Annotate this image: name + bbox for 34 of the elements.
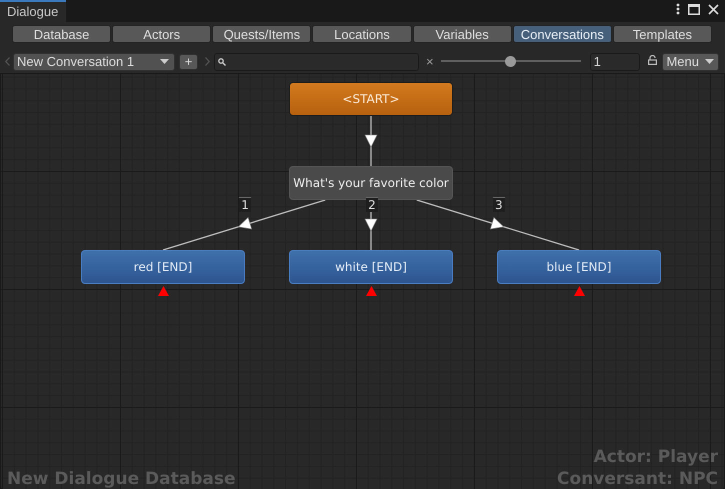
- maximize-icon[interactable]: [688, 4, 700, 14]
- conversant-label: Conversant: NPC: [557, 469, 718, 489]
- search-icon: [218, 58, 226, 66]
- close-icon[interactable]: [708, 4, 719, 14]
- tab[interactable]: Locations: [312, 25, 412, 43]
- tab[interactable]: Conversations: [512, 25, 612, 43]
- tab[interactable]: Variables: [412, 25, 512, 43]
- dialogue-node[interactable]: What's your favorite color: [289, 166, 453, 200]
- kebab-menu-icon[interactable]: [676, 3, 680, 15]
- link-number: 3: [492, 197, 505, 212]
- tab[interactable]: Templates: [612, 25, 712, 43]
- database-name: New Dialogue Database: [7, 469, 236, 489]
- padlock-icon[interactable]: [648, 54, 657, 64]
- slider-thumb[interactable]: [504, 56, 516, 67]
- search-field[interactable]: [214, 52, 419, 70]
- caret-icon: [705, 59, 714, 64]
- menu-dropdown[interactable]: Menu: [662, 52, 719, 70]
- tab[interactable]: Actors: [112, 25, 212, 43]
- tab[interactable]: Database: [12, 25, 112, 43]
- caret-icon: [160, 59, 169, 64]
- clear-button[interactable]: ×: [426, 54, 434, 69]
- link-number: 1: [239, 197, 252, 212]
- window-title: Dialogue: [0, 0, 66, 22]
- connector-arrow: [364, 116, 378, 166]
- add-button[interactable]: +: [179, 54, 198, 70]
- response-node[interactable]: red [END]: [81, 250, 245, 284]
- response-node[interactable]: white [END]: [289, 250, 453, 284]
- link-number: 2: [366, 197, 378, 212]
- tab[interactable]: Quests/Items: [212, 25, 312, 43]
- conversation-dropdown[interactable]: New Conversation 1: [13, 52, 175, 70]
- actor-label: Actor: Player: [594, 447, 718, 467]
- response-node[interactable]: blue [END]: [497, 250, 661, 284]
- zoom-field[interactable]: 1: [590, 52, 640, 70]
- start-node[interactable]: <START>: [289, 82, 453, 116]
